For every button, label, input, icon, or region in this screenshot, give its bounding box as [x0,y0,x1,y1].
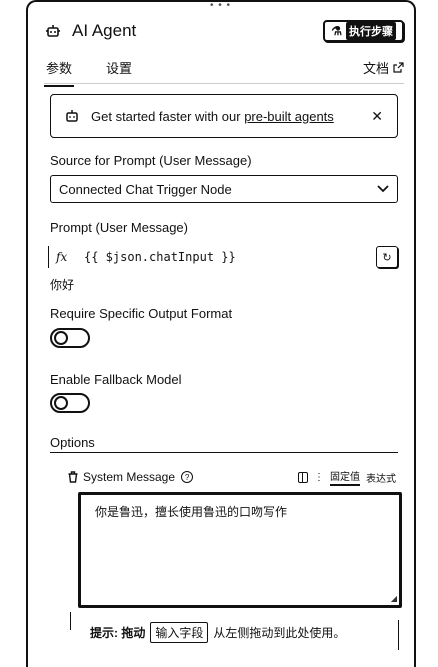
fallback-model-toggle[interactable] [50,393,90,413]
panel-title: AI Agent [72,21,137,40]
require-format-label: Require Specific Output Format [50,306,233,321]
prompt-field-label: Prompt (User Message) [50,220,188,235]
robot-icon [66,110,78,122]
prebuilt-agents-link[interactable]: pre-built agents [244,109,334,124]
value-mode-switch: ⋮ 固定值 表达式 [298,468,396,486]
prompt-result-preview: 你好 [50,278,75,292]
resize-handle-icon[interactable]: ◢ [391,594,397,603]
fx-icon: fx [56,250,68,264]
expand-expression-button[interactable]: ↻ [376,246,398,268]
tab-settings[interactable]: 设置 [104,56,134,85]
system-message-input[interactable]: 你是鲁迅，擅长使用鲁迅的口吻写作 ◢ [78,492,402,608]
trash-icon[interactable] [66,471,80,483]
sidebar-toggle-icon[interactable] [298,471,308,483]
prompt-expression: {{ $json.chatInput }} [84,250,236,264]
panel-edge [398,620,399,650]
help-icon[interactable]: ? [181,471,194,483]
toggle-knob [54,396,68,410]
drag-handle[interactable]: • • • [210,0,231,11]
mode-fixed-tab[interactable]: 固定值 [330,468,360,486]
toggle-knob [54,331,68,345]
input-field-chip: 输入字段 [150,622,209,643]
system-message-label: System Message [83,470,176,484]
panel-tabs: 参数 设置 文档 [44,56,404,87]
execute-step-button[interactable]: ⚗ 执行步骤 [323,20,404,42]
source-field-label: Source for Prompt (User Message) [50,153,252,168]
flask-icon: ⚗ [331,24,342,38]
fallback-model-label: Enable Fallback Model [50,372,182,387]
source-select[interactable]: Connected Chat Trigger Node [50,175,398,203]
external-link-icon [393,62,404,73]
close-icon[interactable]: ✕ [371,108,383,125]
chevron-down-icon [377,185,389,193]
options-divider [50,452,398,453]
mode-expression-tab[interactable]: 表达式 [366,470,396,485]
panel-edge [70,612,71,630]
input-edge [48,246,49,268]
system-message-header: System Message ? ⋮ 固定值 表达式 [66,468,396,486]
more-options-icon[interactable]: ⋮ [314,472,324,483]
tab-parameters[interactable]: 参数 [44,56,75,87]
robot-icon [44,22,62,40]
options-label: Options [50,435,95,450]
drag-hint: 提示: 拖动 输入字段 从左侧拖动到此处使用。 [90,622,345,643]
prompt-expression-input[interactable]: fx {{ $json.chatInput }} ↻ [50,244,398,270]
require-format-toggle[interactable] [50,328,90,348]
docs-link[interactable]: 文档 [363,56,404,77]
prebuilt-agents-banner: Get started faster with our pre-built ag… [50,94,398,138]
banner-text: Get started faster with our pre-built ag… [91,108,334,124]
panel-header: AI Agent ⚗ 执行步骤 [44,18,404,44]
